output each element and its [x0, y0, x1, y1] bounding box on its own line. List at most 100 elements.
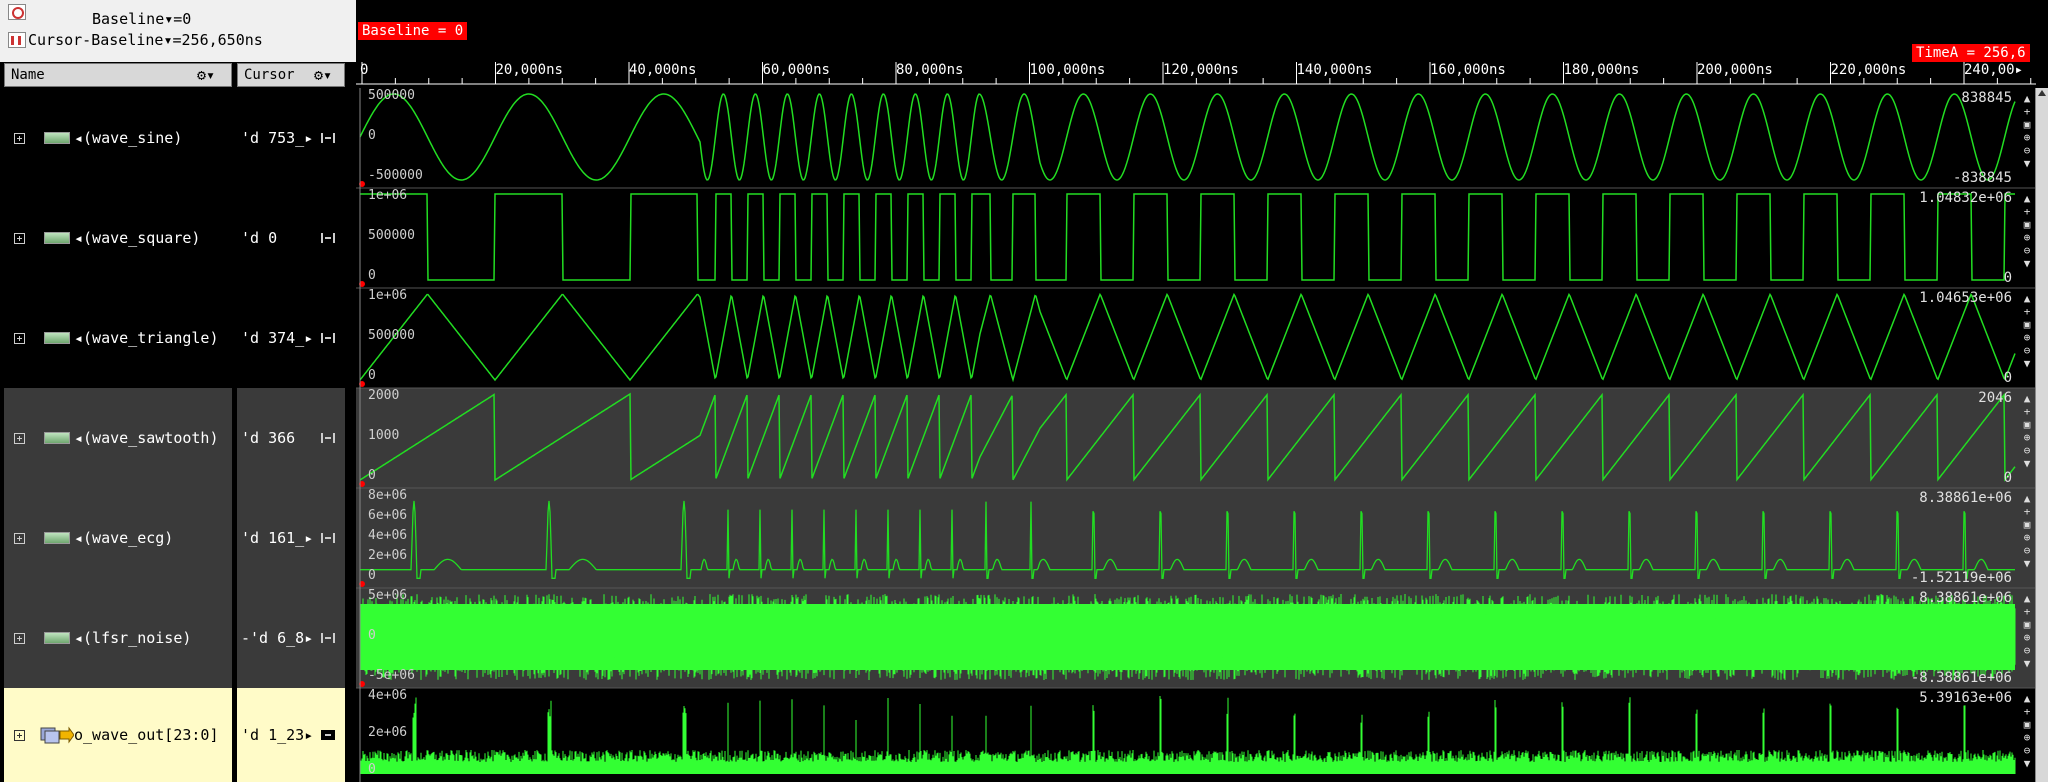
- markers-icon[interactable]: [8, 32, 26, 48]
- signal-min-label: 0: [2003, 470, 2012, 486]
- signal-name-row[interactable]: ◂(wave_ecg): [4, 488, 232, 588]
- signal-min-label: 0: [2003, 370, 2012, 386]
- signal-max-label: 838845: [1961, 90, 2012, 106]
- cursor-baseline-selector[interactable]: Cursor-Baseline▾=256,650ns: [28, 31, 263, 49]
- name-header-label: Name: [11, 67, 45, 83]
- analog-signal-icon: [44, 232, 70, 244]
- y-axis-label: 500000: [368, 328, 415, 343]
- toolbar-panel: Baseline▾=0 Cursor-Baseline▾=256,650ns: [0, 0, 356, 62]
- row-zoom-controls-icon[interactable]: ▲ + ▣ ⊕ ⊖ ▼: [2020, 592, 2034, 670]
- y-axis-label: 0: [368, 628, 376, 643]
- y-axis-label: 2e+06: [368, 725, 408, 740]
- y-axis-label: 2000: [368, 388, 400, 403]
- signal-min-label: 0: [2003, 270, 2012, 286]
- y-axis-label: 500000: [368, 228, 415, 243]
- y-axis-label: -5e+06: [368, 668, 415, 683]
- y-axis-label: 4e+06: [368, 528, 408, 543]
- cursor-value: 'd 1_23▸: [241, 726, 314, 744]
- y-axis-label: 0: [368, 128, 376, 143]
- signal-name: o_wave_out[23:0]: [74, 726, 219, 744]
- y-axis-label: 0: [368, 762, 376, 777]
- signal-name-row[interactable]: ◂(wave_square): [4, 188, 232, 288]
- signal-max-label: 2046: [1978, 390, 2012, 406]
- row-zoom-controls-icon[interactable]: ▲ + ▣ ⊕ ⊖ ▼: [2020, 92, 2034, 170]
- signal-name-row[interactable]: o_wave_out[23:0]: [4, 688, 232, 782]
- expand-toggle-icon[interactable]: [14, 633, 25, 644]
- cursor-value: 'd 0: [241, 229, 278, 247]
- time-tick-label: 80,000ns: [896, 62, 964, 78]
- cursor-value-row[interactable]: 'd 753_▸: [237, 88, 345, 188]
- radix-format-icon[interactable]: [321, 133, 335, 143]
- signal-name: ◂(lfsr_noise): [74, 629, 192, 647]
- time-tick-label: 240,00▸: [1964, 62, 2024, 78]
- time-tick-label: 100,000ns: [1029, 62, 1106, 78]
- y-axis-label: 1e+06: [368, 188, 408, 203]
- expand-toggle-icon[interactable]: [14, 133, 25, 144]
- signal-max-label: 1.04653e+06: [1919, 290, 2012, 306]
- signal-name: ◂(wave_sawtooth): [74, 429, 219, 447]
- signal-name: ◂(wave_square): [74, 229, 201, 247]
- expand-toggle-icon[interactable]: [14, 533, 25, 544]
- cursor-value-row[interactable]: 'd 161_▸: [237, 488, 345, 588]
- time-tick-label: 20,000ns: [495, 62, 563, 78]
- name-column-header[interactable]: Name ⚙▾: [4, 63, 232, 87]
- y-axis-label: 0: [368, 368, 376, 383]
- cursor-value-row[interactable]: 'd 366: [237, 388, 345, 488]
- radix-format-icon[interactable]: [321, 730, 335, 740]
- radix-format-icon[interactable]: [321, 233, 335, 243]
- zoom-icon[interactable]: [8, 4, 26, 20]
- analog-signal-icon: [44, 432, 70, 444]
- signal-min-label: -1.52119e+06: [1910, 570, 2012, 586]
- row-zoom-controls-icon[interactable]: ▲ + ▣ ⊕ ⊖ ▼: [2020, 292, 2034, 370]
- time-tick-label: 180,000ns: [1563, 62, 1640, 78]
- y-axis-label: 2e+06: [368, 548, 408, 563]
- vertical-scrollbar[interactable]: [2035, 88, 2048, 782]
- square-trace: [360, 193, 2015, 281]
- cursor-value-row[interactable]: -'d 6_8▸: [237, 588, 345, 688]
- signal-name: ◂(wave_triangle): [74, 329, 219, 347]
- cursor-column-gear-icon[interactable]: ⚙▾: [314, 64, 332, 86]
- row-zoom-controls-icon[interactable]: ▲ + ▣ ⊕ ⊖ ▼: [2020, 692, 2034, 770]
- signal-name-row[interactable]: ◂(lfsr_noise): [4, 588, 232, 688]
- baseline-marker-tag[interactable]: Baseline = 0: [358, 22, 468, 40]
- waveform-viewer[interactable]: Baseline = 0 TimeA = 256,6 0 20,000ns 40,0…: [356, 0, 2048, 782]
- expand-toggle-icon[interactable]: [14, 433, 25, 444]
- row-zoom-controls-icon[interactable]: ▲ + ▣ ⊕ ⊖ ▼: [2020, 392, 2034, 470]
- row-zoom-controls-icon[interactable]: ▲ + ▣ ⊕ ⊖ ▼: [2020, 492, 2034, 570]
- name-column-gear-icon[interactable]: ⚙▾: [197, 64, 215, 86]
- y-axis-label: 8e+06: [368, 488, 408, 503]
- radix-format-icon[interactable]: [321, 633, 335, 643]
- signal-max-label: 8.38861e+06: [1919, 490, 2012, 506]
- signal-name: ◂(wave_ecg): [74, 529, 174, 547]
- time-tick-label: 40,000ns: [629, 62, 697, 78]
- cursor-value: 'd 753_▸: [241, 129, 314, 147]
- baseline-selector[interactable]: Baseline▾=0: [92, 10, 191, 28]
- radix-format-icon[interactable]: [321, 533, 335, 543]
- expand-toggle-icon[interactable]: [14, 333, 25, 344]
- radix-format-icon[interactable]: [321, 333, 335, 343]
- waveform-canvas[interactable]: [356, 0, 2048, 782]
- cursor-value-row[interactable]: 'd 1_23▸: [237, 688, 345, 782]
- cursor-value-row[interactable]: 'd 0: [237, 188, 345, 288]
- radix-format-icon[interactable]: [321, 433, 335, 443]
- expand-toggle-icon[interactable]: [14, 730, 25, 741]
- sine-trace: [359, 93, 2016, 181]
- expand-toggle-icon[interactable]: [14, 233, 25, 244]
- y-axis-label: 0: [368, 568, 376, 583]
- y-axis-label: -500000: [368, 168, 423, 183]
- timea-marker-tag[interactable]: TimeA = 256,6: [1912, 44, 2030, 62]
- signal-name-row[interactable]: ◂(wave_sine): [4, 88, 232, 188]
- cursor-value: -'d 6_8▸: [241, 629, 314, 647]
- y-axis-label: 500000: [368, 88, 415, 103]
- row-zoom-controls-icon[interactable]: ▲ + ▣ ⊕ ⊖ ▼: [2020, 192, 2034, 270]
- y-axis-label: 4e+06: [368, 688, 408, 703]
- cursor-column-header[interactable]: Cursor ⚙▾: [237, 63, 345, 87]
- analog-signal-icon: [44, 132, 70, 144]
- signal-name-row[interactable]: ◂(wave_sawtooth): [4, 388, 232, 488]
- triangle-trace: [359, 292, 2016, 383]
- cursor-value-row[interactable]: 'd 374_▸: [237, 288, 345, 388]
- signal-name-row[interactable]: ◂(wave_triangle): [4, 288, 232, 388]
- cursor-value: 'd 374_▸: [241, 329, 314, 347]
- cursor-header-label: Cursor: [244, 67, 295, 83]
- time-tick-label: 140,000ns: [1296, 62, 1373, 78]
